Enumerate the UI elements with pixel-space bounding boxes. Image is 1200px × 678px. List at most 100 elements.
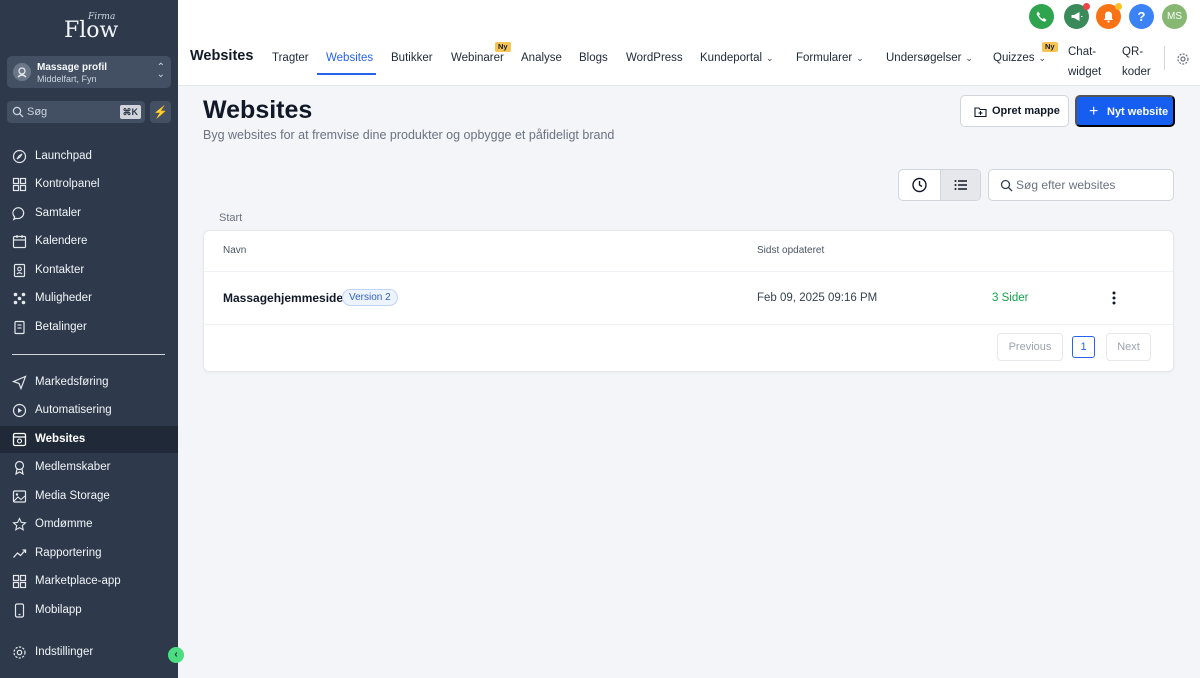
sidebar-item-label: Marketplace-app (35, 575, 121, 587)
sidebar-item-kalendere[interactable]: Kalendere (0, 228, 178, 255)
list-icon (941, 180, 980, 200)
new-website-button[interactable]: + Nyt website (1075, 95, 1175, 127)
topbar-divider (1164, 46, 1165, 70)
tab-websites[interactable]: Websites (326, 52, 373, 64)
notification-dot (1083, 3, 1090, 10)
new-website-label: Nyt website (1107, 106, 1169, 118)
phone-button[interactable] (1029, 4, 1054, 29)
sidebar-item-omdomme[interactable]: Omdømme (0, 511, 178, 538)
help-button[interactable]: ? (1129, 4, 1154, 29)
tab-wordpress[interactable]: WordPress (626, 52, 683, 64)
opportunities-icon (12, 291, 27, 306)
sidebar-item-label: Markedsføring (35, 376, 109, 388)
sidebar-item-label: Medlemskaber (35, 461, 111, 473)
gear-icon[interactable] (1176, 52, 1190, 66)
list-view-button[interactable] (940, 170, 980, 200)
sidebar-item-label: Automatisering (35, 404, 112, 416)
membership-icon (12, 460, 27, 476)
tab-label: Quizzes (993, 52, 1035, 64)
tab-label: Undersøgelser (886, 52, 962, 64)
sidebar-divider (12, 354, 165, 355)
chevron-down-icon: ⌄ (965, 53, 973, 63)
bell-icon (1102, 11, 1115, 26)
website-search (988, 169, 1174, 201)
sidebar-item-websites[interactable]: Websites (0, 426, 178, 453)
new-badge: Ny (1042, 42, 1058, 52)
sidebar-item-betalinger[interactable]: Betalinger (0, 314, 178, 341)
tab-formularer[interactable]: Formularer ⌄ (796, 52, 864, 64)
sidebar-item-automatisering[interactable]: Automatisering (0, 397, 178, 424)
clock-icon (899, 177, 940, 200)
sidebar-item-media-storage[interactable]: Media Storage (0, 483, 178, 510)
previous-page-button[interactable]: Previous (997, 333, 1063, 361)
sidebar-item-mobilapp[interactable]: Mobilapp (0, 597, 178, 624)
tab-label-line1: Chat- (1068, 46, 1097, 58)
account-switcher[interactable]: Massage profil Middelfart, Fyn ⌃ ⌄ (7, 56, 171, 88)
recent-view-button[interactable] (899, 170, 940, 200)
websites-table: Navn Sidst opdateret Massagehjemmeside V… (203, 230, 1174, 372)
chevron-left-icon: ‹ (174, 649, 178, 660)
sidebar-item-kontrolpanel[interactable]: Kontrolpanel (0, 171, 178, 198)
mobile-icon (12, 603, 27, 618)
sidebar-item-label: Media Storage (35, 490, 110, 502)
more-options-icon[interactable] (1107, 289, 1121, 307)
announcements-button[interactable] (1064, 3, 1090, 29)
send-icon (11, 375, 27, 391)
new-badge: Ny (495, 42, 511, 52)
tab-label: Kundeportal (700, 52, 763, 64)
website-name[interactable]: Massagehjemmeside (223, 291, 343, 305)
sidebar-item-muligheder[interactable]: Muligheder (0, 285, 178, 312)
tab-kundeportal[interactable]: Kundeportal ⌄ (700, 52, 774, 64)
tab-undersogelser[interactable]: Undersøgelser ⌄ (886, 52, 973, 64)
create-folder-label: Opret mappe (992, 105, 1060, 117)
website-search-input[interactable] (1016, 176, 1166, 194)
tab-blogs[interactable]: Blogs (579, 52, 608, 64)
tab-quizzes[interactable]: Quizzes ⌄ (993, 52, 1046, 64)
sidebar-item-marketplace-app[interactable]: Marketplace-app (0, 568, 178, 595)
account-name: Massage profil (37, 62, 108, 73)
sidebar-item-label: Muligheder (35, 292, 92, 304)
sidebar-item-kontakter[interactable]: Kontakter (0, 257, 178, 284)
rocket-icon (12, 149, 27, 164)
tab-analyse[interactable]: Analyse (521, 52, 562, 64)
tab-label-line1: QR- (1122, 46, 1144, 58)
sidebar-item-rapportering[interactable]: Rapportering (0, 540, 178, 567)
sidebar-item-indstillinger[interactable]: Indstillinger (0, 639, 178, 666)
page-number-button[interactable]: 1 (1072, 336, 1095, 358)
breadcrumb[interactable]: Start (219, 212, 242, 224)
collapse-sidebar-button[interactable]: ‹ (168, 647, 184, 663)
create-folder-button[interactable]: Opret mappe (960, 95, 1069, 127)
version-badge: Version 2 (342, 289, 398, 306)
website-icon (12, 432, 27, 447)
tab-qr-koder[interactable]: QR-koder (1122, 42, 1151, 82)
folder-plus-icon (974, 105, 987, 118)
shortcut-badge: ⌘K (119, 105, 141, 119)
top-bar: ? MS Websites Tragter Websites Butikker … (178, 0, 1200, 86)
tab-tragter[interactable]: Tragter (272, 52, 309, 64)
tab-butikker[interactable]: Butikker (391, 52, 433, 64)
notifications-button[interactable] (1096, 3, 1122, 29)
sidebar-item-launchpad[interactable]: Launchpad (0, 143, 178, 170)
user-avatar[interactable]: MS (1162, 4, 1187, 29)
pages-count-link[interactable]: 3 Sider (992, 292, 1028, 304)
sidebar-item-samtaler[interactable]: Samtaler (0, 200, 178, 227)
tab-chat-widget[interactable]: Chat-widget (1068, 42, 1101, 82)
sidebar-search-placeholder: Søg (27, 106, 48, 118)
sidebar-item-markedsforing[interactable]: Markedsføring (0, 369, 178, 396)
tab-webinarer[interactable]: Webinarer (451, 52, 504, 64)
quick-action-button[interactable]: ⚡ (150, 101, 171, 123)
brand-logo[interactable]: Firma Flow (60, 10, 120, 44)
sidebar-search[interactable]: Søg ⌘K (7, 101, 145, 123)
dashboard-icon (12, 177, 27, 192)
sidebar-item-medlemskaber[interactable]: Medlemskaber (0, 454, 178, 481)
last-updated: Feb 09, 2025 09:16 PM (757, 292, 878, 304)
page-subtitle: Byg websites for at fremvise dine produk… (203, 128, 615, 142)
avatar-initials: MS (1167, 11, 1182, 22)
payments-icon (12, 320, 27, 335)
row-divider (204, 271, 1173, 272)
next-page-button[interactable]: Next (1106, 333, 1151, 361)
view-toggle (898, 169, 981, 201)
sidebar-item-label: Kontrolpanel (35, 178, 100, 190)
sidebar-item-label: Rapportering (35, 547, 102, 559)
search-icon (12, 105, 24, 118)
